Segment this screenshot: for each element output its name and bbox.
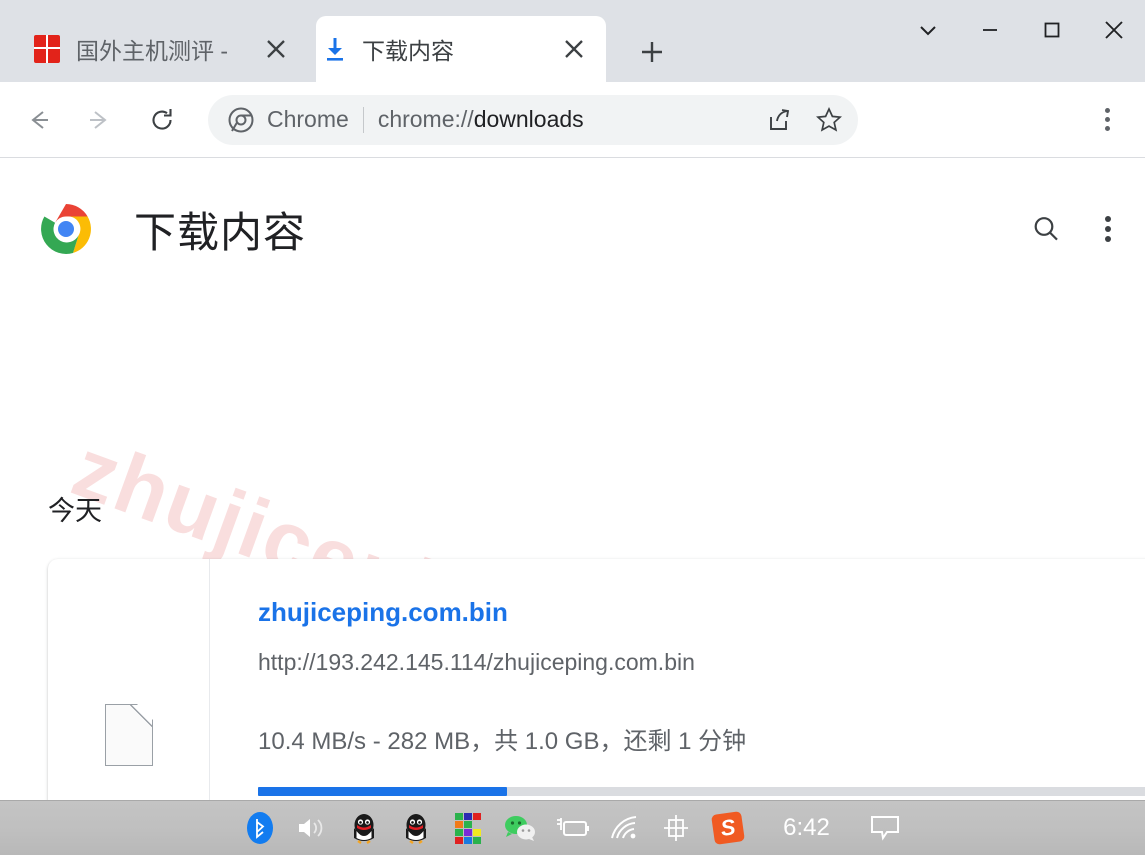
window-controls bbox=[897, 0, 1145, 60]
tab-title: 国外主机测评 - bbox=[76, 38, 229, 64]
generic-file-icon bbox=[104, 704, 153, 766]
three-dot-menu-icon bbox=[1105, 216, 1111, 242]
bluetooth-icon[interactable] bbox=[241, 809, 279, 847]
sogou-logo: S bbox=[711, 811, 746, 845]
downloads-page: zhujiceping.com 下载内容 bbox=[0, 159, 1145, 800]
notification-icon[interactable] bbox=[866, 809, 904, 847]
download-source-url: http://193.242.145.114/zhujiceping.com.b… bbox=[258, 649, 695, 675]
wifi-icon[interactable] bbox=[605, 809, 643, 847]
maximize-button[interactable] bbox=[1021, 0, 1083, 60]
color-grid-glyph bbox=[455, 812, 482, 844]
address-bar[interactable]: Chrome chrome://downloads bbox=[208, 94, 858, 145]
reload-button[interactable] bbox=[138, 96, 186, 144]
qq-icon[interactable] bbox=[345, 809, 383, 847]
download-status-text: 10.4 MB/s - 282 MB，共 1.0 GB，还剩 1 分钟 bbox=[258, 728, 747, 755]
omnibox-actions bbox=[758, 99, 858, 141]
tab-close-button[interactable] bbox=[258, 31, 294, 67]
minimize-button[interactable] bbox=[959, 0, 1021, 60]
omnibox-scheme-label: Chrome bbox=[267, 106, 349, 132]
browser-window: 国外主机测评 - 下载内容 Chrome chrome://downloads … bbox=[0, 0, 1145, 855]
qq-icon-2[interactable] bbox=[397, 809, 435, 847]
tab-title: 下载内容 bbox=[362, 38, 454, 64]
tab-downloads[interactable]: 下载内容 bbox=[316, 16, 606, 82]
tab-strip: 国外主机测评 - 下载内容 bbox=[0, 0, 1145, 82]
share-icon[interactable] bbox=[758, 99, 800, 141]
chrome-page-icon bbox=[228, 107, 254, 133]
star-icon[interactable] bbox=[808, 99, 850, 141]
page-menu-button[interactable] bbox=[1083, 204, 1133, 254]
ime-chinese-icon[interactable] bbox=[657, 809, 695, 847]
color-grid-icon[interactable] bbox=[449, 809, 487, 847]
page-title: 下载内容 bbox=[134, 208, 307, 256]
new-tab-button[interactable] bbox=[630, 30, 674, 74]
volume-icon[interactable] bbox=[293, 809, 331, 847]
browser-menu-button[interactable] bbox=[1085, 98, 1129, 142]
download-progress-fill bbox=[258, 787, 508, 796]
site-favicon-icon bbox=[34, 35, 62, 63]
chrome-logo bbox=[40, 203, 92, 255]
download-filename-link[interactable]: zhujiceping.com.bin bbox=[258, 597, 508, 628]
download-item-body: zhujiceping.com.bin http://193.242.145.1… bbox=[258, 559, 1145, 800]
download-progress-bar bbox=[258, 787, 1145, 796]
browser-toolbar: Chrome chrome://downloads bbox=[0, 82, 1145, 158]
url-prefix: chrome:// bbox=[377, 106, 474, 132]
page-header-actions bbox=[1021, 204, 1145, 254]
three-dot-menu-icon bbox=[1104, 108, 1110, 131]
back-button[interactable] bbox=[14, 96, 62, 144]
search-icon[interactable] bbox=[1021, 204, 1071, 254]
wechat-icon[interactable] bbox=[501, 809, 539, 847]
tab-close-button[interactable] bbox=[556, 31, 592, 67]
page-header: 下载内容 bbox=[0, 179, 1145, 279]
tab-search-button[interactable] bbox=[897, 0, 959, 60]
download-item-card: zhujiceping.com.bin http://193.242.145.1… bbox=[48, 559, 1145, 800]
section-date-heading: 今天 bbox=[48, 496, 102, 526]
omnibox-url: chrome://downloads bbox=[378, 106, 584, 133]
download-file-icon-cell bbox=[48, 559, 210, 800]
tab-guowai-zhuji[interactable]: 国外主机测评 - bbox=[12, 16, 308, 82]
windows-taskbar: S 6:42 bbox=[0, 800, 1145, 855]
close-button[interactable] bbox=[1083, 0, 1145, 60]
url-main: downloads bbox=[473, 106, 584, 132]
omnibox-divider bbox=[362, 106, 364, 133]
battery-charging-icon[interactable] bbox=[553, 809, 591, 847]
download-arrow-icon bbox=[322, 36, 348, 62]
sogou-icon[interactable]: S bbox=[709, 809, 747, 847]
forward-button[interactable] bbox=[76, 96, 124, 144]
taskbar-clock[interactable]: 6:42 bbox=[783, 814, 830, 842]
